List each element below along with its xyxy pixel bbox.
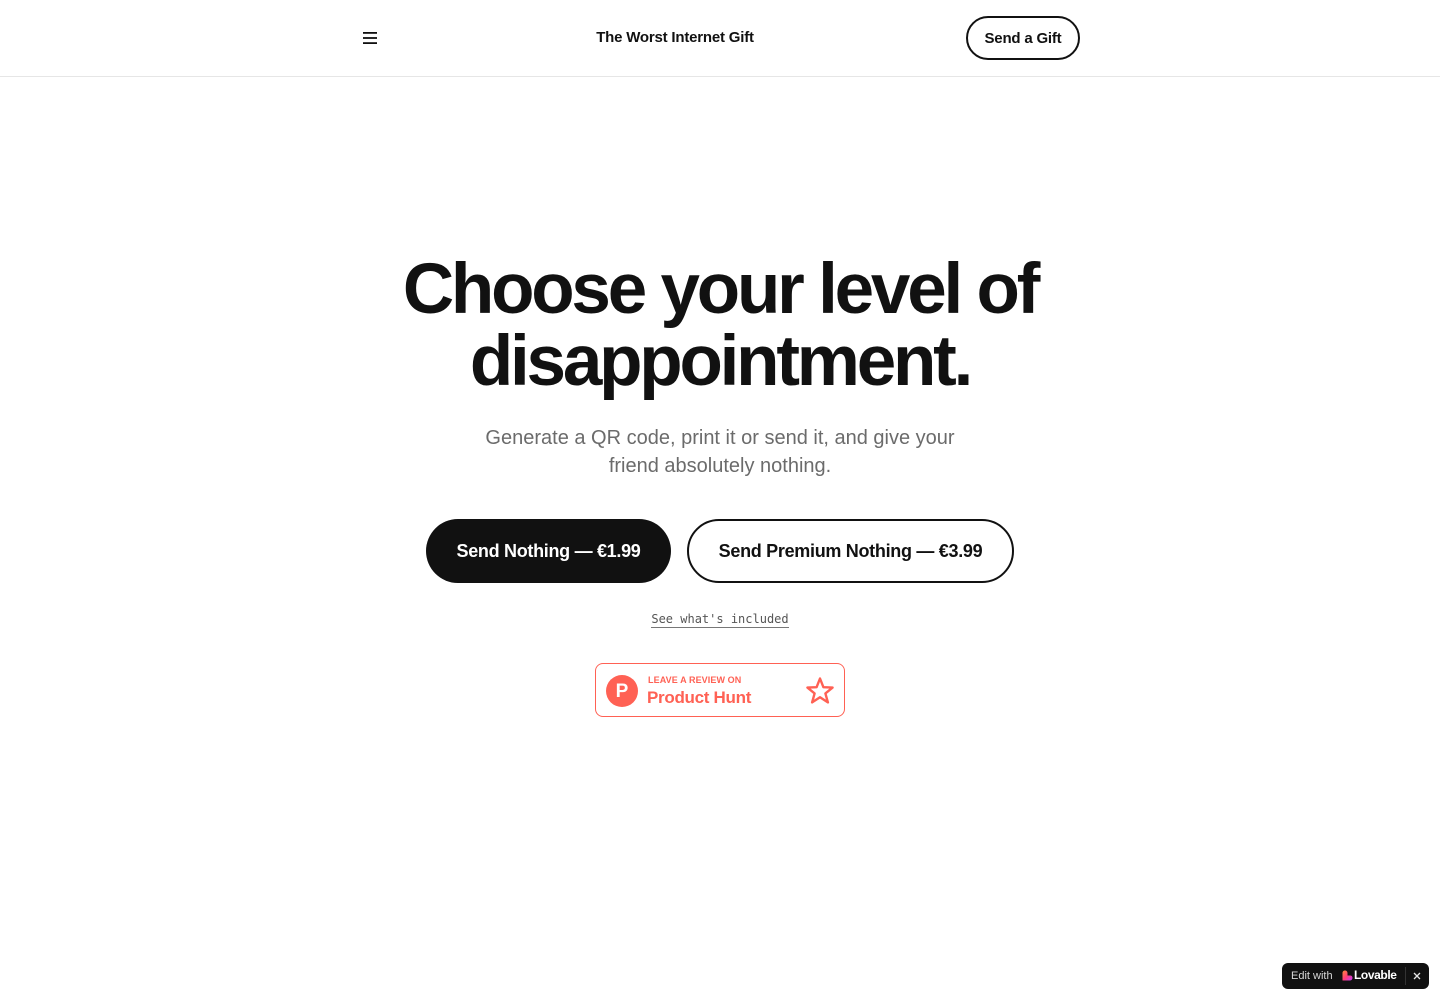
send-premium-nothing-button[interactable]: Send Premium Nothing — €3.99: [687, 519, 1014, 583]
lovable-close-button[interactable]: [1410, 969, 1424, 983]
product-hunt-brand: Product Hunt: [647, 688, 752, 707]
see-whats-included-wrapper: See what's included: [620, 611, 820, 628]
star-outline-icon: [806, 677, 834, 704]
hero-subtitle-line-1: Generate a QR code, print it or send it,…: [485, 427, 955, 449]
send-a-gift-button[interactable]: Send a Gift: [966, 16, 1080, 60]
hamburger-menu-icon: [363, 32, 377, 44]
product-hunt-logo: P: [606, 675, 638, 707]
product-hunt-logo-letter: P: [615, 680, 629, 702]
send-nothing-button[interactable]: Send Nothing — €1.99: [426, 519, 671, 583]
menu-button[interactable]: [358, 26, 382, 50]
lovable-brand: Lovable: [1354, 968, 1397, 982]
close-icon: [1413, 972, 1421, 980]
lovable-heart-icon: [1342, 970, 1353, 981]
lovable-divider: [1405, 967, 1406, 985]
edit-with-lovable-badge[interactable]: Edit with Lovable: [1282, 963, 1429, 989]
hero-subtitle-line-2: friend absolutely nothing.: [608, 455, 832, 477]
hero-title: Choose your level of disappointment.: [320, 254, 1120, 398]
hero-subtitle: Generate a QR code, print it or send it,…: [460, 424, 980, 480]
product-hunt-small-label: LEAVE A REVIEW ON: [648, 675, 742, 685]
product-hunt-badge[interactable]: P LEAVE A REVIEW ON Product Hunt: [595, 663, 845, 717]
see-whats-included-link[interactable]: See what's included: [651, 612, 789, 628]
site-header: The Worst Internet Gift Send a Gift: [0, 0, 1440, 77]
hero-title-line-2: disappointment.: [469, 322, 973, 401]
hero-title-line-1: Choose your level of: [402, 250, 1041, 329]
site-title[interactable]: The Worst Internet Gift: [520, 28, 830, 48]
lovable-edit-label: Edit with: [1291, 970, 1333, 982]
